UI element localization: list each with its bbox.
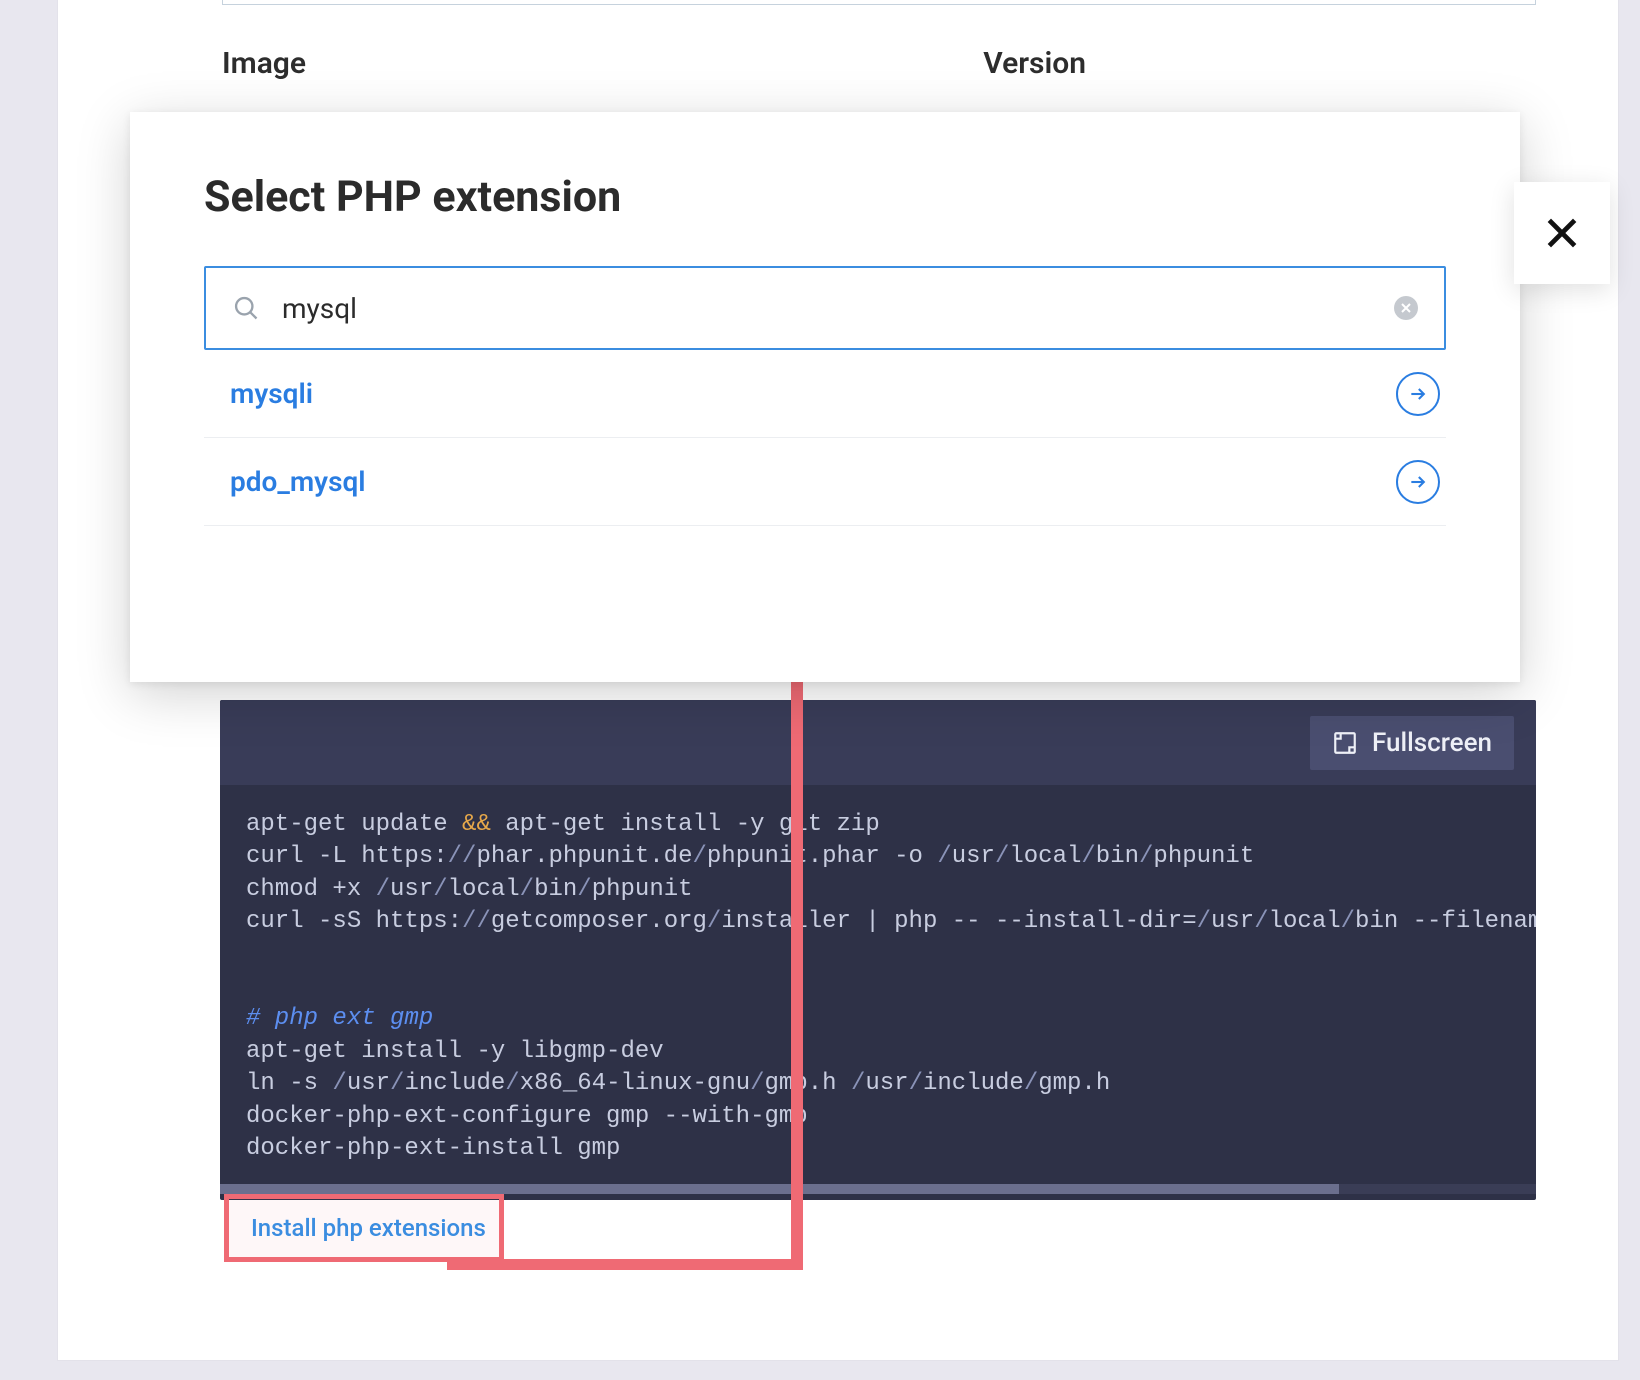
install-php-extensions-link[interactable]: Install php extensions [251,1214,486,1242]
select-result-button[interactable] [1396,372,1440,416]
image-label: Image [222,46,306,81]
result-row[interactable]: pdo_mysql [204,438,1446,526]
search-field-wrap [204,266,1446,350]
result-label[interactable]: pdo_mysql [210,465,366,498]
select-result-button[interactable] [1396,460,1440,504]
clear-search-button[interactable] [1394,296,1418,320]
code-editor[interactable]: Fullscreen apt-get update && apt-get ins… [220,700,1536,1200]
close-icon [1401,303,1411,313]
close-icon [1543,214,1581,252]
fullscreen-icon [1332,730,1358,756]
version-label: Version [983,46,1086,81]
modal-title: Select PHP extension [204,172,1446,222]
editor-toolbar: Fullscreen [220,700,1536,785]
result-row[interactable]: mysqli [204,350,1446,438]
result-label[interactable]: mysqli [210,377,313,410]
arrow-right-icon [1408,384,1428,404]
registry-select[interactable]: Docker Hub Public ▼ [222,0,1536,5]
select-php-extension-modal: Select PHP extension mysqli pdo_mysql [130,112,1520,682]
editor-horizontal-scrollbar[interactable] [220,1184,1536,1194]
field-labels-row: Image Version [222,46,1536,81]
search-input[interactable] [282,292,1372,325]
search-icon [232,294,260,322]
arrow-right-icon [1408,472,1428,492]
scrollbar-thumb[interactable] [220,1184,1339,1194]
editor-body[interactable]: apt-get update && apt-get install -y git… [220,785,1536,1189]
close-modal-button[interactable] [1514,182,1610,284]
fullscreen-button[interactable]: Fullscreen [1310,716,1514,770]
install-extensions-highlight: Install php extensions [224,1194,504,1262]
